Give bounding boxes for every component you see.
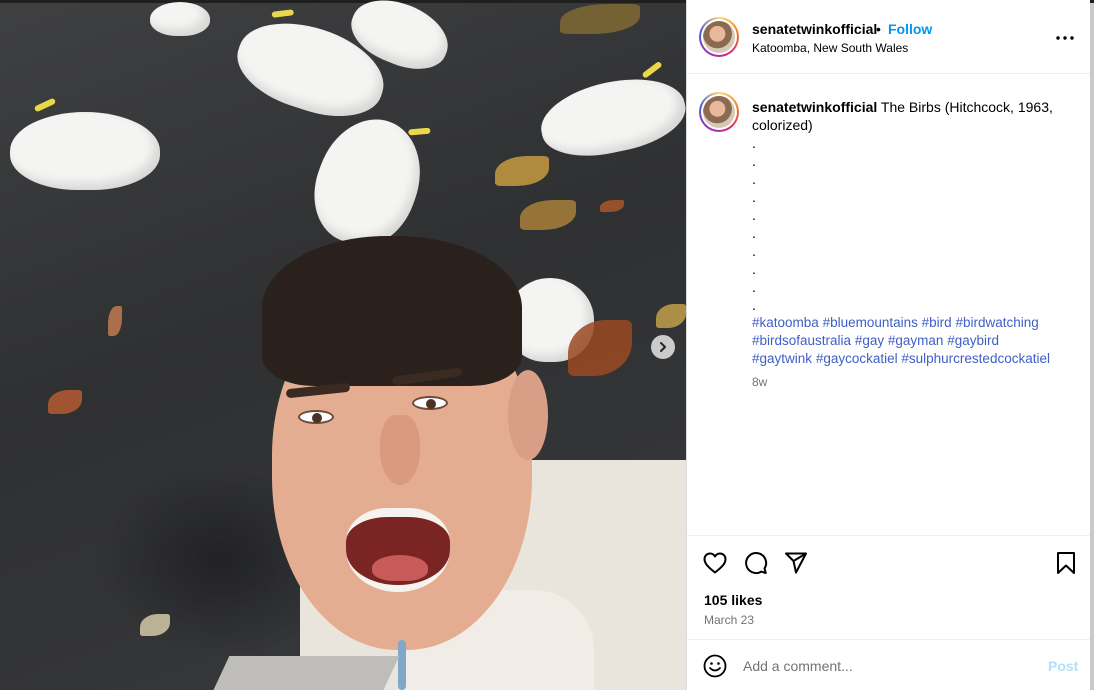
hashtag-link[interactable]: #bird xyxy=(922,315,952,330)
caption-dot: . xyxy=(752,135,756,151)
comment-bar: Post xyxy=(687,639,1091,690)
hashtag-link[interactable]: #birdwatching xyxy=(955,315,1038,330)
more-horizontal-icon xyxy=(1056,36,1074,40)
ear xyxy=(508,370,548,460)
nose xyxy=(380,415,420,485)
caption-text-line: senatetwinkofficial The Birbs (Hitchcock… xyxy=(752,98,1074,134)
tongue xyxy=(372,555,428,581)
like-button[interactable] xyxy=(701,549,729,577)
leaf xyxy=(560,4,640,34)
comment-button[interactable] xyxy=(742,549,770,577)
caption-dot: . xyxy=(752,243,756,259)
location-link[interactable]: Katoomba, New South Wales xyxy=(752,41,908,55)
save-button[interactable] xyxy=(1052,549,1080,577)
caption-username[interactable]: senatetwinkofficial xyxy=(752,99,877,115)
hashtag-link[interactable]: #birdsofaustralia xyxy=(752,333,851,348)
window-edge xyxy=(1090,0,1094,690)
avatar-image xyxy=(703,96,735,128)
leaf xyxy=(495,156,549,186)
leaf xyxy=(48,390,82,414)
hashtag-link[interactable]: #gaybird xyxy=(947,333,999,348)
caption-dot: . xyxy=(752,207,756,223)
leaf xyxy=(600,200,624,212)
comment-input[interactable] xyxy=(743,656,1033,676)
next-slide-button[interactable] xyxy=(651,335,675,359)
hashtag-link[interactable]: #gaytwink xyxy=(752,351,812,366)
hashtag-link[interactable]: #bluemountains xyxy=(823,315,918,330)
send-icon xyxy=(785,552,807,574)
cockatoo xyxy=(534,60,686,167)
eye xyxy=(298,410,334,424)
media-top-edge xyxy=(0,0,686,3)
avatar[interactable] xyxy=(699,17,739,57)
caption-dot: . xyxy=(752,297,756,313)
eye xyxy=(412,396,448,410)
heart-icon xyxy=(703,552,727,574)
avatar-image xyxy=(703,21,735,53)
post-media[interactable] xyxy=(0,0,686,690)
hashtag-link[interactable]: #gayman xyxy=(888,333,944,348)
bookmark-icon xyxy=(1057,552,1075,574)
curb xyxy=(210,656,400,690)
action-bar: 105 likes March 23 xyxy=(687,535,1091,639)
share-button[interactable] xyxy=(782,549,810,577)
caption-dots: . . . . . . . . . . xyxy=(752,134,1074,314)
caption-dot: . xyxy=(752,153,756,169)
caption-time-ago[interactable]: 8w xyxy=(752,373,1074,391)
caption-avatar[interactable] xyxy=(699,92,739,132)
hashtags: #katoomba #bluemountains #bird #birdwatc… xyxy=(752,314,1074,368)
hashtag-link[interactable]: #sulphurcrestedcockatiel xyxy=(901,351,1050,366)
hoodie-cord xyxy=(398,640,406,690)
hair xyxy=(262,236,522,386)
caption-dot: . xyxy=(752,225,756,241)
more-options-button[interactable] xyxy=(1055,28,1075,48)
emoji-icon xyxy=(703,654,727,678)
leaf xyxy=(108,306,122,336)
cockatoo xyxy=(10,97,160,190)
comment-icon xyxy=(745,552,768,575)
post-side-panel: senatetwinkofficial • Follow Katoomba, N… xyxy=(686,0,1091,690)
post-header: senatetwinkofficial • Follow Katoomba, N… xyxy=(687,0,1091,74)
hashtag-link[interactable]: #gay xyxy=(855,333,884,348)
cockatoo xyxy=(150,2,210,36)
likes-count[interactable]: 105 likes xyxy=(704,592,762,608)
follow-button[interactable]: Follow xyxy=(888,21,932,37)
hashtag-link[interactable]: #gaycockatiel xyxy=(816,351,898,366)
caption-dot: . xyxy=(752,189,756,205)
header-username[interactable]: senatetwinkofficial xyxy=(752,21,877,37)
caption-dot: . xyxy=(752,261,756,277)
emoji-button[interactable] xyxy=(701,652,729,680)
separator-dot: • xyxy=(876,21,881,37)
caption-dot: . xyxy=(752,279,756,295)
leaf xyxy=(520,200,576,230)
caption-dot: . xyxy=(752,171,756,187)
leaf xyxy=(140,614,170,636)
leaf xyxy=(656,304,686,328)
hashtag-link[interactable]: #katoomba xyxy=(752,315,819,330)
post-comment-button[interactable]: Post xyxy=(1048,658,1078,674)
post-date[interactable]: March 23 xyxy=(704,613,754,627)
caption: senatetwinkofficial The Birbs (Hitchcock… xyxy=(752,98,1074,391)
chevron-right-icon xyxy=(660,342,666,352)
